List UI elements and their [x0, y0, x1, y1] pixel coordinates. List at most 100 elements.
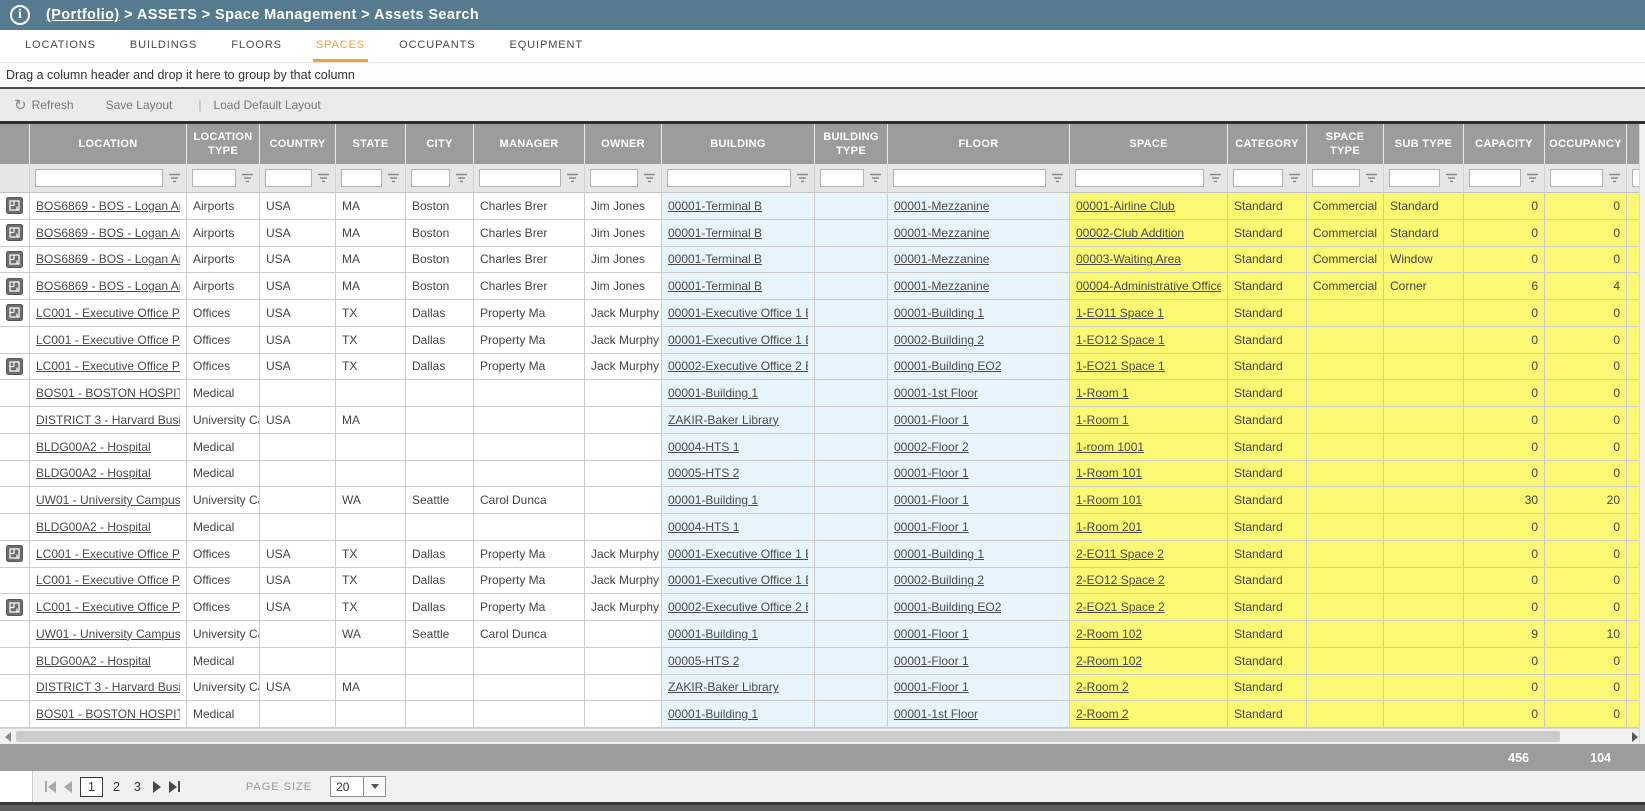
group-by-drop-zone[interactable]: Drag a column header and drop it here to… — [0, 63, 1645, 89]
page-size-dropdown-button[interactable] — [364, 776, 386, 797]
filter-icon[interactable] — [1608, 172, 1621, 184]
cell-icon[interactable] — [0, 220, 30, 247]
filter-icon[interactable] — [1365, 172, 1378, 184]
next-page-button[interactable] — [153, 781, 161, 793]
page-size-select[interactable]: 20 — [330, 776, 386, 797]
location-link[interactable]: LC001 - Executive Office Par — [36, 359, 180, 373]
filter-input-space[interactable] — [1075, 169, 1204, 187]
space-link[interactable]: 2-EO21 Space 2 — [1076, 600, 1165, 614]
filter-icon[interactable] — [387, 172, 400, 184]
location-link[interactable]: UW01 - University Campus — [36, 493, 180, 507]
filter-icon[interactable] — [796, 172, 809, 184]
column-header-location[interactable]: LOCATION — [30, 124, 187, 164]
filter-icon[interactable] — [1526, 172, 1539, 184]
location-link[interactable]: DISTRICT 3 - Harvard Busine — [36, 680, 180, 694]
floor-link[interactable]: 00001-Floor 1 — [894, 493, 969, 507]
space-link[interactable]: 1-Room 1 — [1076, 386, 1129, 400]
location-link[interactable]: BOS6869 - BOS - Logan Airp — [36, 279, 180, 293]
location-link[interactable]: UW01 - University Campus — [36, 627, 180, 641]
space-link[interactable]: 2-Room 102 — [1076, 627, 1142, 641]
horizontal-scrollbar-thumb[interactable] — [16, 731, 1560, 742]
floor-plan-icon[interactable] — [6, 545, 23, 562]
floor-link[interactable]: 00001-Floor 1 — [894, 466, 969, 480]
floor-link[interactable]: 00001-Building 1 — [894, 306, 984, 320]
filter-icon[interactable] — [869, 172, 882, 184]
building-link[interactable]: 00005-HTS 2 — [668, 654, 739, 668]
tab-buildings[interactable]: BUILDINGS — [127, 30, 200, 62]
floor-plan-icon[interactable] — [6, 251, 23, 268]
building-link[interactable]: ZAKIR-Baker Library — [668, 413, 779, 427]
location-link[interactable]: LC001 - Executive Office Par — [36, 600, 180, 614]
filter-icon[interactable] — [1445, 172, 1458, 184]
column-header-country[interactable]: COUNTRY — [260, 124, 336, 164]
filter-icon[interactable] — [1051, 172, 1064, 184]
floor-link[interactable]: 00001-Floor 1 — [894, 627, 969, 641]
floor-link[interactable]: 00002-Building 2 — [894, 333, 984, 347]
location-link[interactable]: BOS6869 - BOS - Logan Airp — [36, 252, 180, 266]
building-link[interactable]: 00002-Executive Office 2 Bu — [668, 600, 808, 614]
column-header-building_type[interactable]: BUILDING TYPE — [815, 124, 888, 164]
building-link[interactable]: 00001-Terminal B — [668, 226, 762, 240]
column-header-owner[interactable]: OWNER — [585, 124, 662, 164]
breadcrumb-portfolio-link[interactable]: (Portfolio) — [46, 7, 120, 23]
location-link[interactable]: BLDG00A2 - Hospital — [36, 466, 151, 480]
tab-locations[interactable]: LOCATIONS — [22, 30, 99, 62]
location-link[interactable]: DISTRICT 3 - Harvard Busine — [36, 413, 180, 427]
location-link[interactable]: LC001 - Executive Office Par — [36, 306, 180, 320]
floor-link[interactable]: 00001-Building EO2 — [894, 600, 1001, 614]
previous-page-button[interactable] — [64, 781, 72, 793]
filter-input-capacity[interactable] — [1469, 169, 1521, 187]
building-link[interactable]: 00001-Executive Office 1 Bui — [668, 306, 808, 320]
tab-floors[interactable]: FLOORS — [228, 30, 285, 62]
location-link[interactable]: BLDG00A2 - Hospital — [36, 440, 151, 454]
filter-input-floor[interactable] — [893, 169, 1046, 187]
floor-link[interactable]: 00001-Mezzanine — [894, 252, 989, 266]
location-link[interactable]: BLDG00A2 - Hospital — [36, 520, 151, 534]
filter-icon[interactable] — [1209, 172, 1222, 184]
filter-icon[interactable] — [643, 172, 656, 184]
filter-input-owner[interactable] — [590, 169, 638, 187]
column-header-city[interactable]: CITY — [406, 124, 474, 164]
space-link[interactable]: 1-EO21 Space 1 — [1076, 359, 1165, 373]
building-link[interactable]: 00001-Building 1 — [668, 493, 758, 507]
space-link[interactable]: 00003-Waiting Area — [1076, 252, 1181, 266]
filter-input-sub_type[interactable] — [1389, 169, 1440, 187]
floor-link[interactable]: 00001-Mezzanine — [894, 199, 989, 213]
cell-icon[interactable] — [0, 273, 30, 300]
column-header-manager[interactable]: MANAGER — [474, 124, 585, 164]
filter-input-building[interactable] — [667, 169, 791, 187]
column-header-category[interactable]: CATEGORY — [1228, 124, 1307, 164]
column-header-capacity[interactable]: CAPACITY — [1464, 124, 1545, 164]
space-link[interactable]: 00002-Club Addition — [1076, 226, 1184, 240]
last-page-button[interactable] — [169, 781, 180, 793]
info-icon[interactable]: i — [10, 5, 30, 25]
cell-icon[interactable] — [0, 594, 30, 621]
column-header-space[interactable]: SPACE — [1070, 124, 1228, 164]
floor-plan-icon[interactable] — [6, 358, 23, 375]
space-link[interactable]: 1-Room 1 — [1076, 413, 1129, 427]
space-link[interactable]: 2-EO12 Space 2 — [1076, 573, 1165, 587]
floor-link[interactable]: 00001-Building 1 — [894, 547, 984, 561]
cell-icon[interactable] — [0, 193, 30, 220]
filter-icon[interactable] — [566, 172, 579, 184]
floor-link[interactable]: 00002-Building 2 — [894, 573, 984, 587]
tab-occupants[interactable]: OCCUPANTS — [396, 30, 478, 62]
location-link[interactable]: BOS6869 - BOS - Logan Airp — [36, 226, 180, 240]
building-link[interactable]: 00001-Building 1 — [668, 707, 758, 721]
floor-link[interactable]: 00001-Floor 1 — [894, 520, 969, 534]
building-link[interactable]: 00001-Terminal B — [668, 279, 762, 293]
building-link[interactable]: 00002-Executive Office 2 Bu — [668, 359, 808, 373]
filter-input-city[interactable] — [411, 169, 450, 187]
floor-link[interactable]: 00001-Mezzanine — [894, 226, 989, 240]
scroll-left-arrow-icon[interactable] — [5, 732, 11, 742]
building-link[interactable]: 00001-Building 1 — [668, 627, 758, 641]
cell-icon[interactable] — [0, 300, 30, 327]
location-link[interactable]: BLDG00A2 - Hospital — [36, 654, 151, 668]
filter-input-building_type[interactable] — [820, 169, 864, 187]
filter-input-manager[interactable] — [479, 169, 561, 187]
floor-plan-icon[interactable] — [6, 197, 23, 214]
floor-link[interactable]: 00001-1st Floor — [894, 707, 978, 721]
horizontal-scrollbar[interactable] — [0, 728, 1645, 744]
filter-input-location_type[interactable] — [192, 169, 236, 187]
cell-icon[interactable] — [0, 541, 30, 568]
